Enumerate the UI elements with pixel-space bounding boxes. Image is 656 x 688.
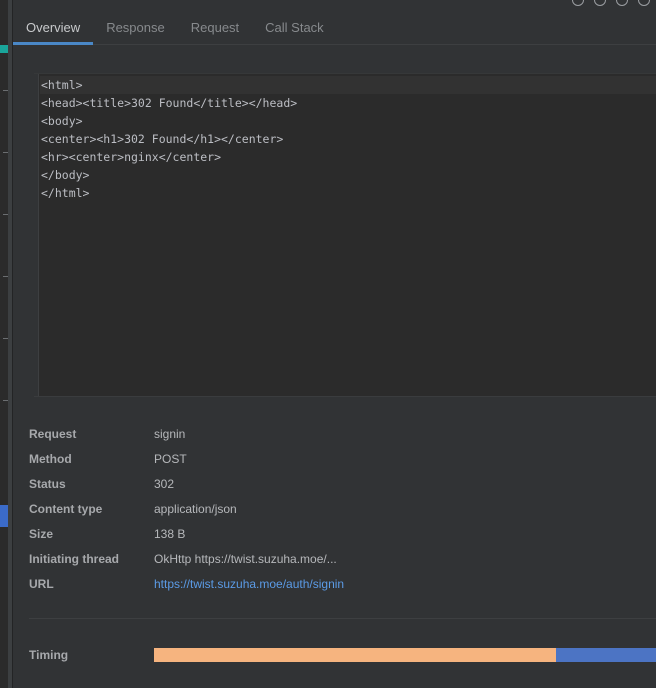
toolbar-icon[interactable] <box>616 0 628 6</box>
tab-bar: Overview Response Request Call Stack <box>13 11 656 45</box>
url-link[interactable]: https://twist.suzuha.moe/auth/signin <box>154 577 344 591</box>
toolbar-icon[interactable] <box>594 0 606 6</box>
detail-label: URL <box>29 576 54 591</box>
tab-overview[interactable]: Overview <box>13 11 94 45</box>
toolbar-icon[interactable] <box>572 0 584 6</box>
detail-row-method: Method POST <box>29 446 656 471</box>
timing-row: Timing <box>29 642 656 667</box>
code-line: <center><h1>302 Found</h1></center> <box>41 132 284 146</box>
code-gutter <box>34 74 39 396</box>
code-line: </body> <box>41 168 90 182</box>
detail-label: Size <box>29 526 54 541</box>
detail-label: Method <box>29 451 72 466</box>
detail-label: Request <box>29 426 77 441</box>
detail-value: OkHttp https://twist.suzuha.moe/... <box>154 551 337 566</box>
detail-label: Content type <box>29 501 103 516</box>
code-lines: <html> <head><title>302 Found</title></h… <box>40 76 656 202</box>
detail-row-status: Status 302 <box>29 471 656 496</box>
toolbar-icon[interactable] <box>638 0 650 6</box>
detail-value: 302 <box>154 476 175 491</box>
detail-label: Initiating thread <box>29 551 119 566</box>
left-gutter <box>0 0 8 688</box>
tab-response[interactable]: Response <box>93 11 178 44</box>
tab-call-stack[interactable]: Call Stack <box>252 11 337 44</box>
timing-bar <box>154 647 656 662</box>
detail-row-size: Size 138 B <box>29 521 656 546</box>
detail-row-request: Request signin <box>29 421 656 446</box>
divider <box>29 618 656 619</box>
detail-label: Status <box>29 476 66 491</box>
selected-request-marker[interactable] <box>0 505 8 527</box>
selection-marker <box>0 45 8 53</box>
toolbar-icons <box>572 0 656 6</box>
tab-request[interactable]: Request <box>178 11 252 44</box>
detail-row-initiating-thread: Initiating thread OkHttp https://twist.s… <box>29 546 656 571</box>
request-details: Request signin Method POST Status 302 Co… <box>29 421 656 596</box>
detail-value: 138 B <box>154 526 186 541</box>
code-line: </html> <box>41 186 90 200</box>
code-line: <html> <box>40 76 656 94</box>
code-line: <hr><center>nginx</center> <box>41 150 222 164</box>
network-inspector: Overview Response Request Call Stack <ht… <box>0 0 656 688</box>
timing-waiting-segment <box>154 647 556 662</box>
detail-value: POST <box>154 451 187 466</box>
detail-value: application/json <box>154 501 237 516</box>
detail-row-content-type: Content type application/json <box>29 496 656 521</box>
response-body-viewer[interactable]: <html> <head><title>302 Found</title></h… <box>34 73 656 397</box>
overview-panel: <html> <head><title>302 Found</title></h… <box>13 45 656 688</box>
timing-label: Timing <box>29 647 69 662</box>
detail-value: signin <box>154 426 186 441</box>
detail-row-url: URL https://twist.suzuha.moe/auth/signin <box>29 571 656 596</box>
code-line: <body> <box>41 114 83 128</box>
code-line: <head><title>302 Found</title></head> <box>41 96 298 110</box>
